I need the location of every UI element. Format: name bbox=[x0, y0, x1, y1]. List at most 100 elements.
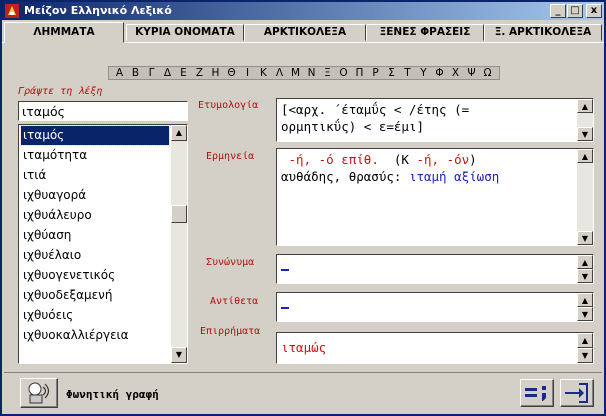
alphabet-letter[interactable]: Κ bbox=[257, 67, 270, 80]
alphabet-letter[interactable]: Ξ bbox=[321, 67, 334, 80]
alphabet-letter[interactable]: Ζ bbox=[193, 67, 206, 80]
antonyms-label: Αντίθετα bbox=[210, 296, 259, 307]
app-logo-icon bbox=[5, 4, 19, 18]
adverbs-text: ιταμώς bbox=[281, 340, 327, 355]
search-input[interactable] bbox=[18, 101, 188, 121]
alphabet-letter[interactable]: Ψ bbox=[465, 67, 478, 80]
app-window: Μείζον Ελληνικό Λεξικό _ □ x ΛΗΜΜΑΤΑ ΚΥΡ… bbox=[0, 0, 606, 416]
adverbs-field[interactable]: ιταμώς ▲ ▼ bbox=[276, 332, 594, 364]
minimize-button[interactable]: _ bbox=[550, 4, 566, 18]
word-list-item[interactable]: ιχθύαση bbox=[21, 226, 169, 245]
word-list-item[interactable]: ιχθυέλαιο bbox=[21, 246, 169, 265]
scroll-up-icon[interactable]: ▲ bbox=[577, 149, 593, 163]
synonyms-label: Συνώνυμα bbox=[206, 257, 255, 268]
alphabet-letter[interactable]: Σ bbox=[385, 67, 398, 80]
meaning-scrollbar[interactable]: ▲ ▼ bbox=[577, 149, 593, 245]
tab-strip: ΛΗΜΜΑΤΑ ΚΥΡΙΑ ΟΝΟΜΑΤΑ ΑΡΚΤΙΚΟΛΕΞΑ ΞΕΝΕΣ … bbox=[2, 22, 604, 43]
footer-bar: Φωνητική γραφή bbox=[4, 372, 602, 412]
word-list-item[interactable]: ιχθυαγορά bbox=[21, 186, 169, 205]
scroll-thumb[interactable] bbox=[171, 205, 187, 223]
word-list-item[interactable]: ιταμότητα bbox=[21, 146, 169, 165]
etymology-label: Ετυμολογία bbox=[198, 100, 259, 111]
alphabet-letter[interactable]: Β bbox=[129, 67, 142, 80]
word-list-item[interactable]: ιχθυάλευρο bbox=[21, 206, 169, 225]
alphabet-letter[interactable]: Φ bbox=[433, 67, 446, 80]
word-list-item[interactable]: ιτιά bbox=[21, 166, 169, 185]
maximize-button[interactable]: □ bbox=[567, 4, 583, 18]
meaning-label: Ερμηνεία bbox=[206, 151, 255, 162]
alphabet-letter[interactable]: Μ bbox=[289, 67, 302, 80]
text-cursor bbox=[281, 297, 289, 309]
synonyms-field[interactable]: ▲ ▼ bbox=[276, 254, 594, 284]
text-cursor bbox=[281, 259, 289, 271]
phonetic-button[interactable] bbox=[20, 378, 58, 408]
word-list-scrollbar[interactable]: ▲ ▼ bbox=[171, 125, 187, 363]
synonyms-scrollbar[interactable]: ▲ ▼ bbox=[577, 255, 593, 283]
word-list-item[interactable]: ιχθυοδεξαμενή bbox=[21, 286, 169, 305]
adverbs-scrollbar[interactable]: ▲ ▼ bbox=[577, 333, 593, 363]
scroll-down-icon[interactable]: ▼ bbox=[577, 127, 593, 141]
meaning-example: ιταμή αξίωση bbox=[408, 169, 500, 184]
scroll-down-icon[interactable]: ▼ bbox=[171, 347, 187, 363]
phonetic-speaker-icon bbox=[28, 382, 50, 404]
tab-acronyms[interactable]: ΑΡΚΤΙΚΟΛΕΞΑ bbox=[244, 24, 366, 41]
etymology-line2: ορμητικΰς) < ε=έμι] bbox=[281, 119, 424, 134]
alphabet-letter[interactable]: Π bbox=[353, 67, 366, 80]
alphabet-letter[interactable]: Γ bbox=[145, 67, 158, 80]
alphabet-letter[interactable]: Ε bbox=[177, 67, 190, 80]
tab-foreign-acronyms[interactable]: Ξ. ΑΡΚΤΙΚΟΛΕΞΑ bbox=[484, 24, 602, 41]
scroll-up-icon[interactable]: ▲ bbox=[577, 333, 593, 348]
alphabet-letter[interactable]: Η bbox=[209, 67, 222, 80]
meaning-paren-open: (Κ bbox=[378, 152, 417, 167]
tab-lemmas[interactable]: ΛΗΜΜΑΤΑ bbox=[4, 22, 124, 43]
tab-proper-names[interactable]: ΚΥΡΙΑ ΟΝΟΜΑΤΑ bbox=[126, 24, 244, 41]
alphabet-letter[interactable]: Τ bbox=[401, 67, 414, 80]
meaning-text: -ή, -ό επίθ. (Κ -ή, -όν) αυθάδης, θρασύς… bbox=[281, 151, 573, 185]
client-area: ΛΗΜΜΑΤΑ ΚΥΡΙΑ ΟΝΟΜΑΤΑ ΑΡΚΤΙΚΟΛΕΞΑ ΞΕΝΕΣ … bbox=[2, 20, 604, 414]
alphabet-letter[interactable]: Δ bbox=[161, 67, 174, 80]
search-label: Γράψτε τη λέξη bbox=[18, 86, 103, 97]
meaning-definition: αυθάδης, θρασύς: bbox=[281, 169, 409, 184]
alphabet-letter[interactable]: Θ bbox=[225, 67, 238, 80]
etymology-field[interactable]: [<αρχ. ΄έταμΰς < /έτης (= ορμητικΰς) < ε… bbox=[276, 98, 594, 142]
word-list-item[interactable]: ιχθυογενετικός bbox=[21, 266, 169, 285]
phonetic-label: Φωνητική γραφή bbox=[66, 388, 159, 401]
alphabet-letter[interactable]: Χ bbox=[449, 67, 462, 80]
alphabet-letter[interactable]: Ο bbox=[337, 67, 350, 80]
word-list-item[interactable]: ιχθυόεις bbox=[21, 306, 169, 325]
close-button[interactable]: x bbox=[586, 4, 602, 18]
alphabet-letter[interactable]: Υ bbox=[417, 67, 430, 80]
window-title: Μείζον Ελληνικό Λεξικό bbox=[24, 4, 172, 17]
meaning-paren-close: ) bbox=[469, 152, 477, 167]
scroll-up-icon[interactable]: ▲ bbox=[171, 125, 187, 141]
word-list[interactable]: ιχθυοκαλλιέργεια ιχθυόεις ιχθυοδεξαμενή ιχθ… bbox=[18, 124, 188, 364]
scroll-up-icon[interactable]: ▲ bbox=[577, 293, 593, 307]
scroll-down-icon[interactable]: ▼ bbox=[577, 231, 593, 245]
scroll-up-icon[interactable]: ▲ bbox=[577, 99, 593, 113]
antonyms-field[interactable]: ▲ ▼ bbox=[276, 292, 594, 322]
scroll-up-icon[interactable]: ▲ bbox=[577, 255, 593, 269]
word-list-item[interactable]: ιταμός bbox=[20, 125, 170, 146]
equals-button[interactable] bbox=[520, 379, 554, 407]
alphabet-letter[interactable]: Λ bbox=[273, 67, 286, 80]
antonyms-scrollbar[interactable]: ▲ ▼ bbox=[577, 293, 593, 321]
etymology-text: [<αρχ. ΄έταμΰς < /έτης (= ορμητικΰς) < ε… bbox=[281, 101, 573, 135]
meaning-field[interactable]: -ή, -ό επίθ. (Κ -ή, -όν) αυθάδης, θρασύς… bbox=[276, 148, 594, 246]
etymology-line1: [<αρχ. ΄έταμΰς < /έτης (= bbox=[281, 102, 470, 117]
meaning-inflection: -ή, -ό επίθ. bbox=[281, 152, 379, 167]
alphabet-letter[interactable]: Ρ bbox=[369, 67, 382, 80]
scroll-down-icon[interactable]: ▼ bbox=[577, 269, 593, 283]
title-bar: Μείζον Ελληνικό Λεξικό _ □ x bbox=[2, 2, 604, 20]
exit-button[interactable] bbox=[560, 379, 594, 407]
scroll-down-icon[interactable]: ▼ bbox=[577, 307, 593, 321]
alphabet-letter[interactable]: Ι bbox=[241, 67, 254, 80]
equals-question-icon bbox=[525, 386, 546, 401]
tab-foreign-phrases[interactable]: ΞΕΝΕΣ ΦΡΑΣΕΙΣ bbox=[366, 24, 484, 41]
alphabet-letter[interactable]: Ν bbox=[305, 67, 318, 80]
alphabet-letter[interactable]: Ω bbox=[481, 67, 494, 80]
word-list-item[interactable]: ιχθυοκαλλιέργεια bbox=[21, 326, 169, 345]
etymology-scrollbar[interactable]: ▲ ▼ bbox=[577, 99, 593, 141]
exit-door-icon bbox=[565, 383, 588, 403]
alphabet-letter[interactable]: Α bbox=[113, 67, 126, 80]
scroll-down-icon[interactable]: ▼ bbox=[577, 348, 593, 363]
